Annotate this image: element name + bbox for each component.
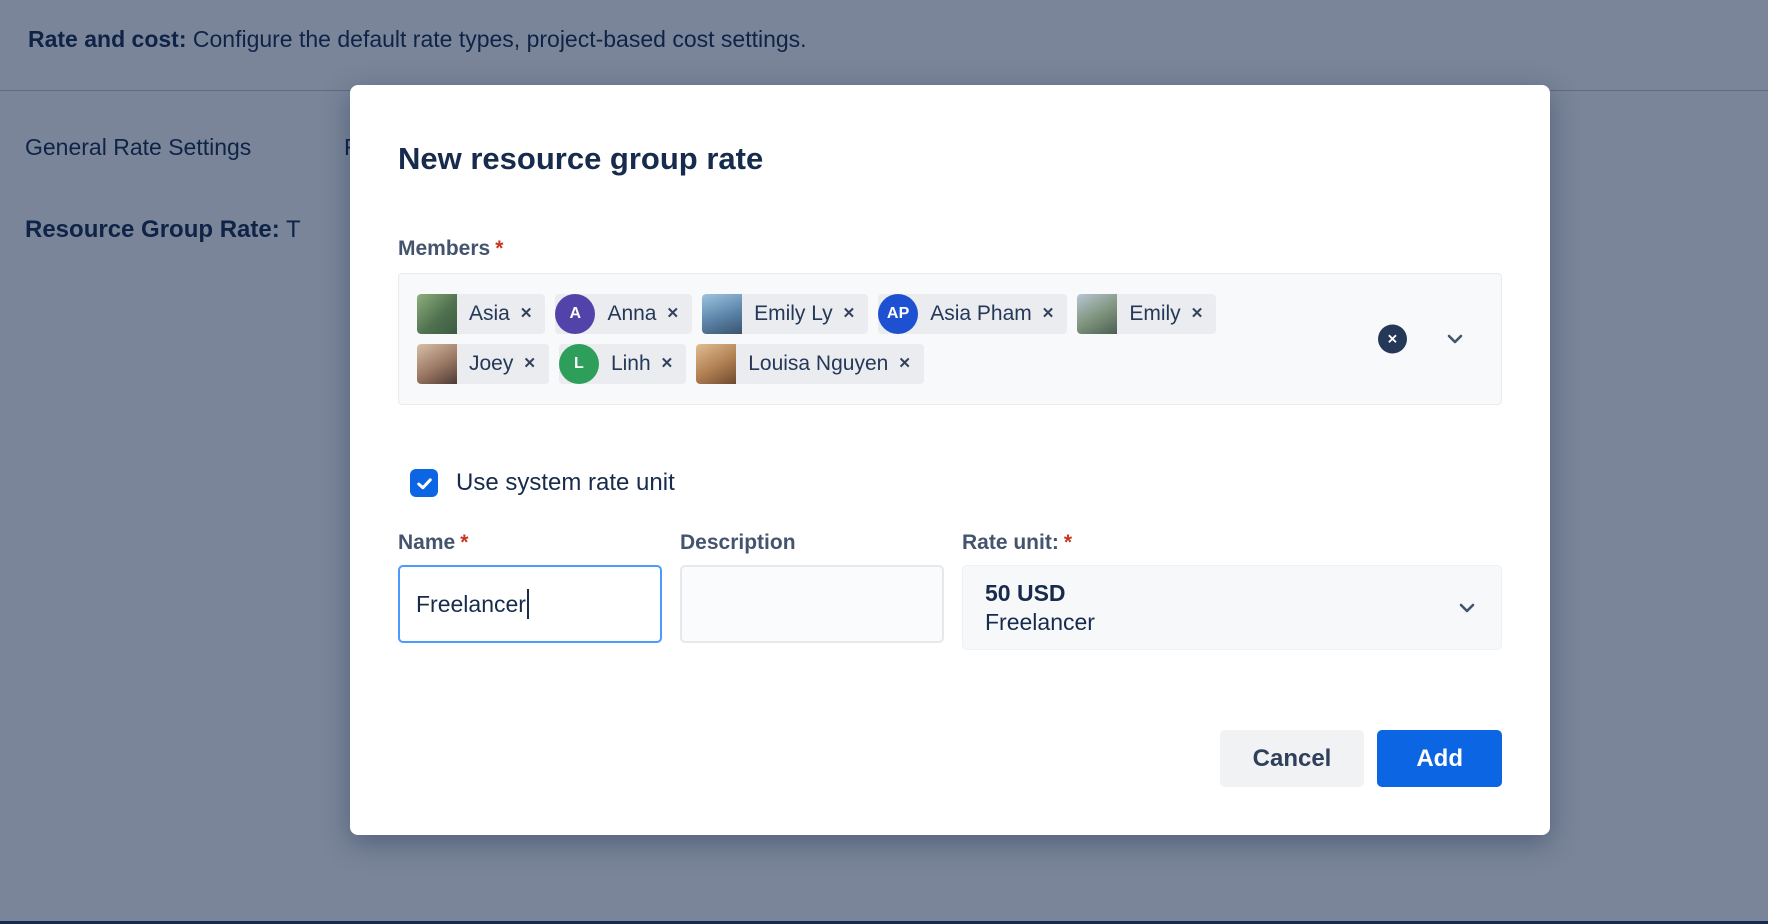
- new-resource-group-rate-dialog: New resource group rate Members* Asia ✕ …: [350, 85, 1550, 835]
- member-name: Emily: [1117, 302, 1190, 326]
- description-input[interactable]: [680, 565, 944, 643]
- required-asterisk: *: [1064, 531, 1072, 554]
- description-label: Description: [680, 531, 944, 555]
- rate-unit-value: 50 USD: [985, 579, 1095, 607]
- avatar: [696, 344, 736, 384]
- members-label: Members*: [398, 237, 1502, 261]
- dialog-title: New resource group rate: [398, 141, 1502, 177]
- description-field-group: Description: [680, 531, 944, 650]
- member-name: Anna: [595, 302, 666, 326]
- rate-unit-label: Rate unit:*: [962, 531, 1502, 555]
- member-chip: AP Asia Pham ✕: [878, 294, 1067, 334]
- avatar: [417, 294, 457, 334]
- member-name: Asia Pham: [918, 302, 1042, 326]
- member-name: Joey: [457, 352, 523, 376]
- avatar: [1077, 294, 1117, 334]
- rate-unit-subvalue: Freelancer: [985, 608, 1095, 636]
- remove-member-icon[interactable]: ✕: [520, 294, 546, 334]
- member-chip: Asia ✕: [417, 294, 545, 334]
- avatar: [702, 294, 742, 334]
- dialog-actions: Cancel Add: [398, 730, 1502, 787]
- name-input[interactable]: Freelancer: [398, 565, 662, 643]
- rate-unit-chevron-down-icon: [1455, 596, 1479, 620]
- member-name: Louisa Nguyen: [736, 352, 898, 376]
- clear-all-members-icon[interactable]: ✕: [1378, 325, 1407, 354]
- name-label: Name*: [398, 531, 662, 555]
- member-chip: Joey ✕: [417, 344, 549, 384]
- member-name: Emily Ly: [742, 302, 843, 326]
- remove-member-icon[interactable]: ✕: [661, 344, 687, 384]
- remove-member-icon[interactable]: ✕: [843, 294, 869, 334]
- cancel-button[interactable]: Cancel: [1220, 730, 1365, 787]
- check-icon: [415, 474, 434, 493]
- rate-unit-select[interactable]: 50 USD Freelancer: [962, 565, 1502, 650]
- required-asterisk: *: [460, 531, 468, 554]
- member-chip: Emily ✕: [1077, 294, 1216, 334]
- member-chip: A Anna ✕: [555, 294, 692, 334]
- text-caret: [527, 589, 529, 619]
- app-window: Rate and cost: Configure the default rat…: [0, 0, 1768, 924]
- use-system-rate-unit-row: Use system rate unit: [398, 469, 1502, 497]
- member-chip: L Linh ✕: [559, 344, 686, 384]
- remove-member-icon[interactable]: ✕: [1191, 294, 1217, 334]
- members-multiselect[interactable]: Asia ✕ A Anna ✕ Emily Ly ✕ AP Asia Pham …: [398, 273, 1502, 405]
- rate-unit-field-group: Rate unit:* 50 USD Freelancer: [962, 531, 1502, 650]
- avatar: AP: [878, 294, 918, 334]
- required-asterisk: *: [495, 237, 503, 260]
- remove-member-icon[interactable]: ✕: [523, 344, 549, 384]
- member-name: Asia: [457, 302, 520, 326]
- member-chip: Louisa Nguyen ✕: [696, 344, 924, 384]
- name-input-value: Freelancer: [416, 591, 526, 618]
- remove-member-icon[interactable]: ✕: [666, 294, 692, 334]
- avatar: L: [559, 344, 599, 384]
- use-system-rate-unit-label: Use system rate unit: [456, 469, 675, 497]
- member-chip: Emily Ly ✕: [702, 294, 868, 334]
- avatar: A: [555, 294, 595, 334]
- remove-member-icon[interactable]: ✕: [1042, 294, 1068, 334]
- add-button[interactable]: Add: [1377, 730, 1502, 787]
- name-field-group: Name* Freelancer: [398, 531, 662, 650]
- avatar: [417, 344, 457, 384]
- members-chevron-down-icon[interactable]: [1443, 327, 1467, 351]
- member-name: Linh: [599, 352, 661, 376]
- rate-fields: Name* Freelancer Description Rate unit:*: [398, 531, 1502, 650]
- remove-member-icon[interactable]: ✕: [898, 344, 924, 384]
- use-system-rate-unit-checkbox[interactable]: [410, 469, 438, 497]
